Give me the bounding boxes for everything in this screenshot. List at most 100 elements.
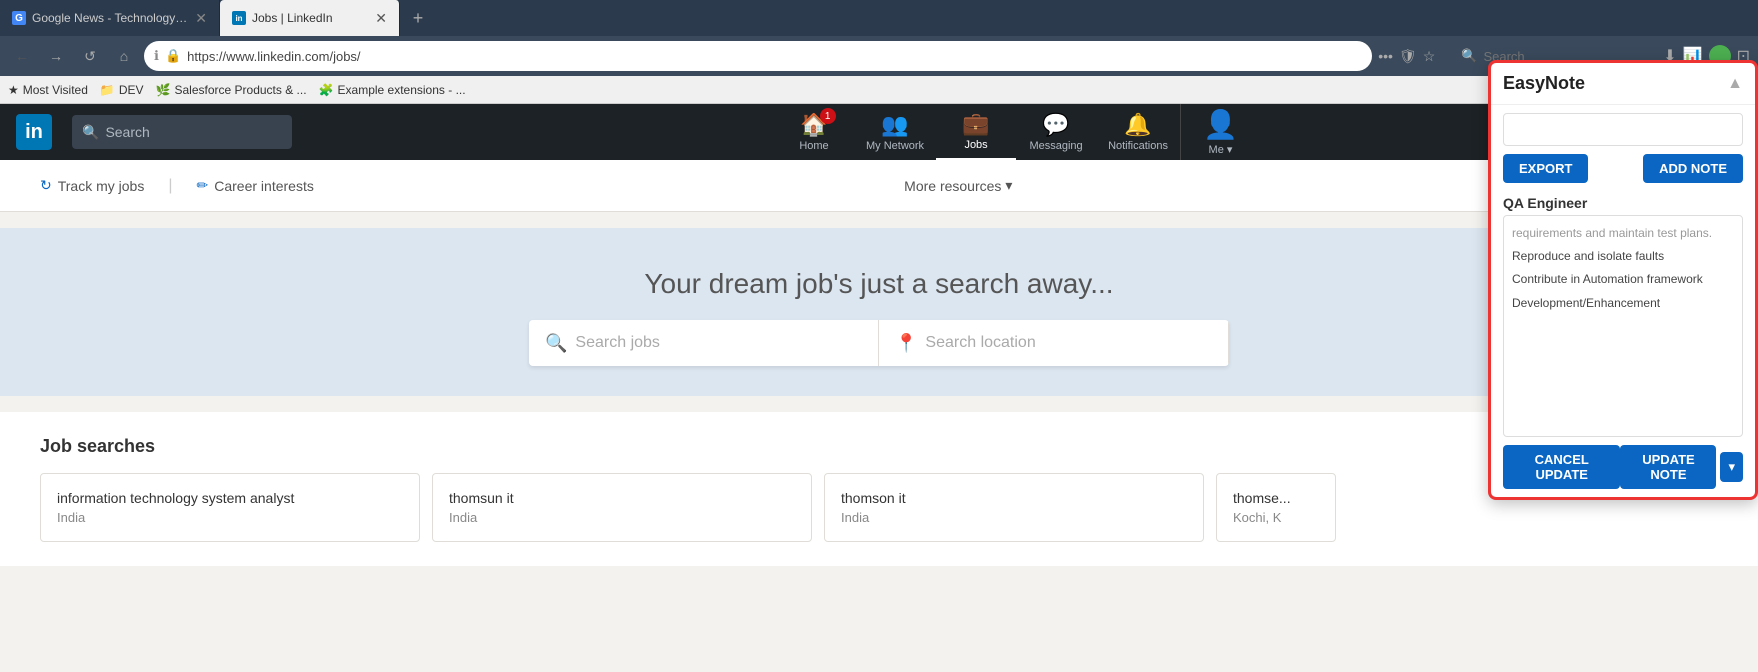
- nav-search-icon: 🔍: [82, 124, 99, 141]
- nav-notifications[interactable]: 🔔 Notifications: [1096, 104, 1180, 160]
- job-card-1-subtitle: India: [449, 510, 795, 525]
- more-options-icon[interactable]: •••: [1378, 48, 1393, 64]
- nav-search-input[interactable]: [105, 124, 282, 140]
- extensions-label: Example extensions - ...: [338, 83, 466, 97]
- more-resources-chevron-icon: ▾: [1005, 177, 1012, 194]
- linkedin-favicon-icon: in: [232, 11, 246, 25]
- salesforce-bookmark[interactable]: 🌿 Salesforce Products & ...: [156, 83, 307, 97]
- me-nav-icon: 👤: [1203, 108, 1238, 141]
- my-network-nav-label: My Network: [866, 140, 924, 152]
- note-content: requirements and maintain test plans. Re…: [1503, 215, 1743, 437]
- tab-linkedin[interactable]: in Jobs | LinkedIn ✕: [220, 0, 400, 36]
- easynote-action-buttons: EXPORT ADD NOTE: [1491, 146, 1755, 191]
- career-interests-label: Career interests: [214, 178, 314, 194]
- address-bar[interactable]: ℹ 🔒 https://www.linkedin.com/jobs/: [144, 41, 1372, 71]
- google-favicon-icon: G: [12, 11, 26, 25]
- jobs-nav-icon: 💼: [962, 111, 989, 137]
- nav-search-bar[interactable]: 🔍: [72, 115, 292, 149]
- location-pin-icon: 📍: [895, 333, 917, 354]
- update-note-button[interactable]: UPDATE NOTE: [1620, 445, 1716, 489]
- dev-bookmark[interactable]: 📁 DEV: [100, 83, 144, 97]
- new-tab-button[interactable]: +: [400, 0, 436, 36]
- note-line-1: Reproduce and isolate faults: [1512, 245, 1734, 268]
- most-visited-icon: ★: [8, 83, 19, 97]
- job-card-0-subtitle: India: [57, 510, 403, 525]
- google-news-tab-title: Google News - Technology - L...: [32, 11, 189, 25]
- job-searches-title: Job searches: [40, 436, 155, 457]
- messaging-nav-icon: 💬: [1042, 112, 1069, 138]
- nav-me[interactable]: 👤 Me ▾: [1180, 104, 1260, 160]
- me-nav-label: Me ▾: [1209, 143, 1233, 156]
- easynote-header: EasyNote ▲: [1491, 63, 1755, 105]
- add-note-button[interactable]: ADD NOTE: [1643, 154, 1743, 183]
- nav-home[interactable]: 🏠1 Home: [774, 104, 854, 160]
- most-visited-bookmark[interactable]: ★ Most Visited: [8, 83, 88, 97]
- home-nav-icon: 🏠1: [800, 112, 827, 138]
- job-card-3-subtitle: Kochi, K: [1233, 510, 1319, 525]
- google-news-tab-close-icon[interactable]: ✕: [195, 10, 207, 27]
- note-title: QA Engineer: [1491, 191, 1755, 215]
- job-searches-header: Job searches Manage Alerts →: [40, 436, 1718, 457]
- easynote-search-input[interactable]: [1503, 113, 1743, 146]
- toolbar-separator-1: |: [168, 177, 172, 195]
- export-button[interactable]: EXPORT: [1503, 154, 1588, 183]
- back-button[interactable]: ←: [8, 42, 36, 70]
- dev-label: DEV: [119, 83, 144, 97]
- hero-search: 🔍 📍: [529, 320, 1229, 366]
- note-line-2: Contribute in Automation framework: [1512, 268, 1734, 291]
- search-icon: 🔍: [1461, 48, 1477, 64]
- job-card-2-title: thomson it: [841, 490, 1187, 506]
- search-jobs-field[interactable]: 🔍: [529, 320, 879, 366]
- nav-my-network[interactable]: 👥 My Network: [854, 104, 936, 160]
- extensions-bookmark[interactable]: 🧩 Example extensions - ...: [319, 83, 466, 97]
- bookmark-icon[interactable]: ☆: [1423, 48, 1436, 65]
- salesforce-icon: 🌿: [156, 83, 171, 97]
- more-resources-label: More resources: [904, 178, 1001, 194]
- most-visited-label: Most Visited: [23, 83, 88, 97]
- note-update-action-buttons: CANCEL UPDATE UPDATE NOTE ▾: [1491, 437, 1755, 497]
- job-card-2[interactable]: thomson it India: [824, 473, 1204, 542]
- tab-bar: G Google News - Technology - L... ✕ in J…: [0, 0, 1758, 36]
- search-jobs-input[interactable]: [575, 334, 862, 352]
- forward-button[interactable]: →: [42, 42, 70, 70]
- search-jobs-icon: 🔍: [545, 333, 567, 354]
- url-display: https://www.linkedin.com/jobs/: [187, 49, 1362, 64]
- easynote-collapse-icon[interactable]: ▲: [1727, 75, 1743, 93]
- nav-jobs[interactable]: 💼 Jobs: [936, 104, 1016, 160]
- linkedin-logo: in: [16, 114, 52, 150]
- nav-messaging[interactable]: 💬 Messaging: [1016, 104, 1096, 160]
- job-card-0[interactable]: information technology system analyst In…: [40, 473, 420, 542]
- note-line-3: Development/Enhancement: [1512, 292, 1734, 315]
- home-nav-label: Home: [799, 140, 828, 152]
- job-cards-list: information technology system analyst In…: [40, 473, 1718, 542]
- note-line-0: requirements and maintain test plans.: [1512, 222, 1734, 245]
- dev-folder-icon: 📁: [100, 83, 115, 97]
- search-location-input[interactable]: [925, 334, 1212, 352]
- job-card-1-title: thomsun it: [449, 490, 795, 506]
- reload-button[interactable]: ↺: [76, 42, 104, 70]
- pocket-icon[interactable]: 🛡: [1399, 48, 1417, 65]
- jobs-nav-label: Jobs: [964, 139, 987, 151]
- home-button[interactable]: ⌂: [110, 42, 138, 70]
- job-card-2-subtitle: India: [841, 510, 1187, 525]
- linkedin-tab-title: Jobs | LinkedIn: [252, 11, 369, 25]
- messaging-nav-label: Messaging: [1029, 140, 1082, 152]
- cancel-update-button[interactable]: CANCEL UPDATE: [1503, 445, 1620, 489]
- home-badge: 1: [820, 108, 836, 124]
- lock-icon: 🔒: [165, 48, 181, 64]
- more-resources-button[interactable]: More resources ▾: [904, 177, 1012, 194]
- job-card-3-title: thomse...: [1233, 490, 1319, 506]
- notifications-nav-icon: 🔔: [1124, 112, 1151, 138]
- update-note-dropdown-button[interactable]: ▾: [1720, 452, 1743, 482]
- job-card-3[interactable]: thomse... Kochi, K: [1216, 473, 1336, 542]
- linkedin-tab-close-icon[interactable]: ✕: [375, 10, 387, 27]
- job-card-0-title: information technology system analyst: [57, 490, 403, 506]
- info-icon: ℹ: [154, 48, 159, 64]
- career-interests-button[interactable]: ✏ Career interests: [197, 177, 314, 194]
- career-interests-icon: ✏: [197, 177, 209, 194]
- job-card-1[interactable]: thomsun it India: [432, 473, 812, 542]
- my-network-nav-icon: 👥: [881, 112, 908, 138]
- track-my-jobs-button[interactable]: ↻ Track my jobs: [40, 177, 144, 194]
- search-location-field[interactable]: 📍: [879, 320, 1229, 366]
- tab-google-news[interactable]: G Google News - Technology - L... ✕: [0, 0, 220, 36]
